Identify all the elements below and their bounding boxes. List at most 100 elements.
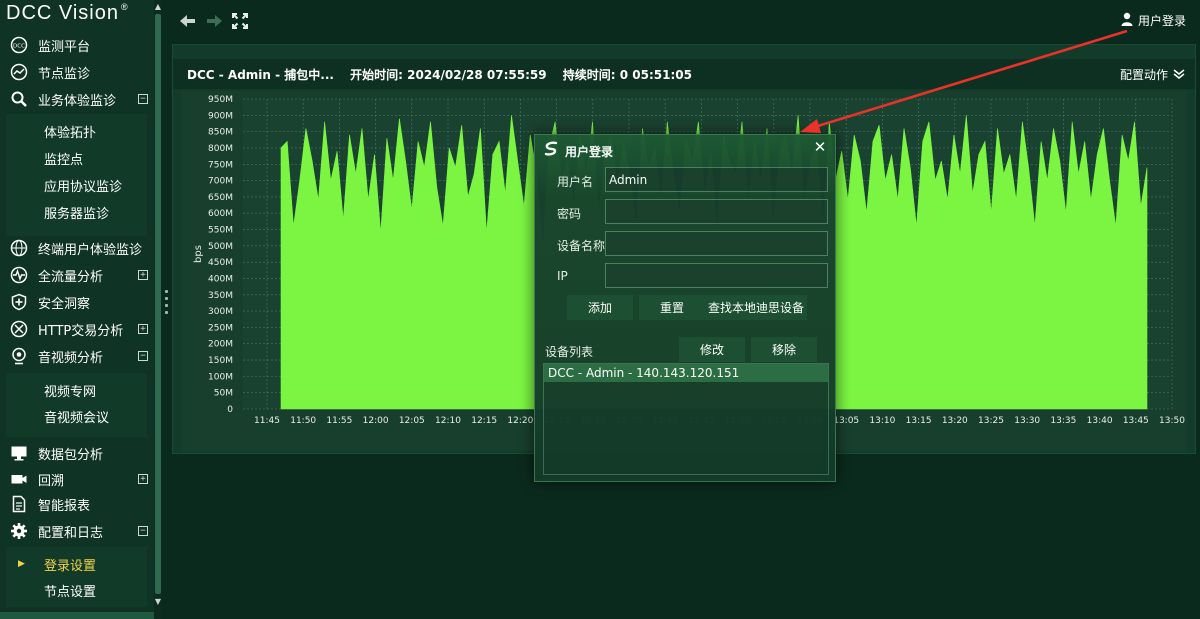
x-tick-label: 13:45 xyxy=(1123,416,1149,426)
pulse-icon xyxy=(10,266,28,284)
collapse-icon[interactable]: − xyxy=(138,526,148,536)
brand-logo-text: DCC Vision xyxy=(6,2,119,24)
y-tick-label: 550M xyxy=(208,226,233,236)
y-tick-label: 800M xyxy=(208,144,233,154)
x-tick-label: 13:25 xyxy=(978,416,1004,426)
remove-button[interactable]: 移除 xyxy=(751,337,817,362)
back-arrow-icon[interactable] xyxy=(178,11,198,31)
reset-button[interactable]: 重置 xyxy=(639,295,705,320)
nav-item-security[interactable]: 安全洞察 xyxy=(0,289,154,315)
nav-item-retrospect[interactable]: 回溯 + xyxy=(0,466,154,492)
y-tick-label: 850M xyxy=(208,128,233,138)
add-button[interactable]: 添加 xyxy=(567,295,633,320)
sub-item-monitor-point[interactable]: 监控点 xyxy=(6,145,147,171)
fullscreen-icon[interactable] xyxy=(230,11,250,31)
http-icon xyxy=(10,320,28,338)
panel-title: DCC - Admin - 捕包中... 开始时间: 2024/02/28 07… xyxy=(187,66,704,83)
trend-icon xyxy=(10,63,28,81)
x-tick-label: 11:55 xyxy=(326,416,352,426)
device-list[interactable]: DCC - Admin - 140.143.120.151 xyxy=(543,363,829,475)
sub-item-video-network[interactable]: 视频专网 xyxy=(6,377,147,403)
nav-item-node-monitor[interactable]: 节点监诊 xyxy=(0,59,154,85)
nav-item-av-analysis[interactable]: 音视频分析 − xyxy=(0,343,154,369)
collapse-icon[interactable]: − xyxy=(138,351,148,361)
dialog-header[interactable]: 用户登录 ✕ xyxy=(535,135,835,163)
panel-header: DCC - Admin - 捕包中... 开始时间: 2024/02/28 07… xyxy=(173,59,1195,89)
nav-item-http[interactable]: HTTP交易分析 + xyxy=(0,316,154,342)
chevron-down-icon xyxy=(1173,69,1185,79)
ip-field[interactable] xyxy=(605,263,828,288)
expand-icon[interactable]: + xyxy=(138,474,148,484)
duration: 持续时间: 0 05:51:05 xyxy=(562,67,692,82)
expand-icon[interactable]: + xyxy=(138,324,148,334)
nav-item-monitor-platform[interactable]: DCC 监测平台 xyxy=(0,32,154,58)
magnifier-icon xyxy=(10,90,28,108)
nav-item-business-experience[interactable]: 业务体验监诊 − xyxy=(0,86,154,112)
registered-mark: ® xyxy=(121,2,129,12)
sub-item-login-settings[interactable]: ▶ 登录设置 xyxy=(6,551,147,577)
collapse-icon[interactable]: − xyxy=(138,94,148,104)
nav-label: HTTP交易分析 xyxy=(38,323,124,339)
splitter-grip[interactable] xyxy=(165,290,169,324)
expand-icon[interactable]: + xyxy=(138,270,148,280)
y-tick-label: 250M xyxy=(208,323,233,333)
user-login-button[interactable]: 用户登录 xyxy=(1121,12,1186,29)
sub-item-server[interactable]: 服务器监诊 xyxy=(6,199,147,225)
y-tick-label: 450M xyxy=(208,258,233,268)
ip-row: IP xyxy=(535,263,835,289)
device-name-row: 设备名称 xyxy=(535,231,835,257)
sub-item-topology[interactable]: 体验拓扑 xyxy=(6,118,147,144)
scroll-thumb[interactable] xyxy=(155,14,161,594)
device-name-field[interactable] xyxy=(605,231,828,256)
sub-item-av-meeting[interactable]: 音视频会议 xyxy=(6,403,147,429)
y-tick-label: 300M xyxy=(208,307,233,317)
y-tick-label: 950M xyxy=(208,95,233,105)
nav-item-full-traffic[interactable]: 全流量分析 + xyxy=(0,262,154,288)
y-tick-label: 700M xyxy=(208,177,233,187)
nav-label: 终端用户体验监诊 xyxy=(38,242,143,258)
forward-arrow-icon[interactable] xyxy=(204,11,224,31)
nav-item-end-user[interactable]: 终端用户体验监诊 xyxy=(0,235,154,261)
nav-item-smart-report[interactable]: 智能报表 xyxy=(0,491,154,517)
y-tick-label: 750M xyxy=(208,160,233,170)
svg-text:DCC: DCC xyxy=(13,44,25,50)
close-icon[interactable]: ✕ xyxy=(813,140,827,155)
x-tick-label: 12:00 xyxy=(363,416,389,426)
nav-item-config-log[interactable]: 配置和日志 − xyxy=(0,518,154,544)
nav-label: 回溯 xyxy=(38,473,65,489)
sidebar: DCC Vision ® DCC 监测平台 节点监诊 业务体验监诊 − 体验拓扑 … xyxy=(0,0,162,619)
sub-label: 体验拓扑 xyxy=(44,125,97,141)
user-icon xyxy=(1121,12,1133,29)
app-logo-icon xyxy=(543,141,559,157)
y-tick-label: 650M xyxy=(208,193,233,203)
scroll-down-icon[interactable]: ▼ xyxy=(154,597,162,607)
shield-icon xyxy=(10,293,28,311)
x-tick-label: 13:05 xyxy=(833,416,859,426)
modify-button[interactable]: 修改 xyxy=(679,337,745,362)
sidebar-scrollbar[interactable]: ▲ ▼ xyxy=(154,0,162,619)
sidebar-horizontal-scrollbar[interactable] xyxy=(0,612,154,619)
x-tick-label: 12:20 xyxy=(507,416,533,426)
find-local-device-button[interactable]: 查找本地迪思设备 xyxy=(705,295,807,320)
device-list-label: 设备列表 xyxy=(545,345,594,359)
y-tick-label: 200M xyxy=(208,340,233,350)
nav-label: 业务体验监诊 xyxy=(38,93,117,109)
ip-label: IP xyxy=(557,269,568,283)
device-list-item[interactable]: DCC - Admin - 140.143.120.151 xyxy=(544,364,828,382)
scroll-up-icon[interactable]: ▲ xyxy=(154,2,162,12)
sub-item-app-protocol[interactable]: 应用协议监诊 xyxy=(6,172,147,198)
nav-label: 节点监诊 xyxy=(38,66,91,82)
nav-label: 配置和日志 xyxy=(38,525,104,541)
y-tick-label: 600M xyxy=(208,209,233,219)
start-time: 开始时间: 2024/02/28 07:55:59 xyxy=(350,67,547,82)
sub-item-node-settings[interactable]: 节点设置 xyxy=(6,577,147,603)
user-login-dialog: 用户登录 ✕ 用户名 密码 设备名称 IP 添加 重置 查找本地迪思设备 设备列… xyxy=(534,134,836,482)
x-tick-label: 13:20 xyxy=(942,416,968,426)
monitor-icon xyxy=(10,444,28,462)
config-action-button[interactable]: 配置动作 xyxy=(1120,66,1185,83)
username-field[interactable] xyxy=(605,167,828,192)
dialog-title: 用户登录 xyxy=(565,145,614,159)
subgroup-av: 视频专网 音视频会议 xyxy=(6,373,147,437)
nav-item-packet-analysis[interactable]: 数据包分析 xyxy=(0,440,154,466)
password-field[interactable] xyxy=(605,199,828,224)
